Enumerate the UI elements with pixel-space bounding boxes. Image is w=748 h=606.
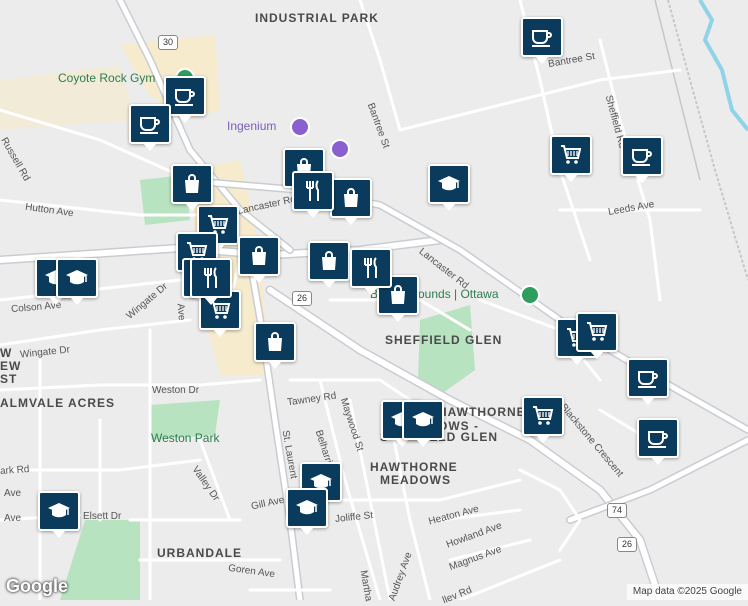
highway-shield-74: 74	[607, 503, 627, 518]
map-marker-school[interactable]	[402, 400, 444, 447]
area-label-urbandale: URBANDALE	[157, 546, 242, 560]
area-label-st: ST	[0, 372, 18, 386]
area-label-meadows: MEADOWS	[380, 473, 451, 487]
map-marker-school[interactable]	[286, 488, 328, 535]
map-marker-shopping-cart[interactable]	[522, 396, 564, 443]
museum-pin-icon[interactable]	[290, 117, 310, 137]
area-label-hawthorne-1: HAWTHORNE	[438, 405, 526, 419]
poi-label-coyote-rock-gym[interactable]: Coyote Rock Gym	[58, 71, 155, 85]
map-marker-shopping-bag[interactable]	[238, 236, 280, 283]
area-label-sheffield-glen: SHEFFIELD GLEN	[385, 333, 503, 347]
area-label-ew: EW	[0, 359, 22, 373]
highway-shield-26-north: 26	[292, 291, 312, 306]
map-marker-shopping-bag[interactable]	[308, 241, 350, 288]
map-marker-shopping-cart[interactable]	[550, 135, 592, 182]
map-marker-school[interactable]	[56, 258, 98, 305]
poi-label-grounds-ottawa[interactable]: rounds | Ottawa	[414, 287, 499, 301]
map-marker-shopping-bag[interactable]	[171, 164, 213, 211]
street-label-ave-2: Ave	[4, 513, 22, 524]
map-marker-restaurant[interactable]	[292, 171, 334, 218]
map-marker-cafe[interactable]	[129, 104, 171, 151]
street-label-ark-rd: ark Rd	[0, 463, 30, 478]
poi-label-ingenium[interactable]: Ingenium	[227, 119, 276, 133]
museum-pin-icon-2[interactable]	[330, 139, 350, 159]
map-marker-school[interactable]	[428, 164, 470, 211]
map-marker-cafe[interactable]	[521, 17, 563, 64]
grounds-pin-icon[interactable]	[520, 285, 540, 305]
street-label-ave-3: Ave	[174, 303, 187, 321]
highway-shield-30: 30	[158, 35, 178, 50]
highway-shield-26-south: 26	[617, 537, 637, 552]
google-logo[interactable]: Google	[6, 576, 68, 597]
area-label-w: W	[0, 346, 13, 360]
map-marker-cafe[interactable]	[627, 358, 669, 405]
area-label-industrial-park: INDUSTRIAL PARK	[255, 11, 379, 25]
map-marker-restaurant[interactable]	[190, 258, 232, 305]
map-marker-cafe[interactable]	[621, 136, 663, 183]
map-marker-restaurant[interactable]	[350, 248, 392, 295]
area-label-hawthorne-2: HAWTHORNE	[370, 460, 458, 474]
map-marker-school[interactable]	[38, 491, 80, 538]
area-label-almvale-acres: ALMVALE ACRES	[0, 396, 115, 410]
street-label-ave-1: Ave	[4, 488, 22, 499]
map-marker-shopping-bag[interactable]	[254, 322, 296, 369]
park-label-weston-park[interactable]: Weston Park	[151, 431, 219, 445]
street-label-weston-dr: Weston Dr	[152, 385, 200, 396]
map-attribution[interactable]: Map data ©2025 Google	[626, 584, 748, 600]
street-label-elsett-dr: Elsett Dr	[83, 511, 122, 522]
map-marker-cafe[interactable]	[637, 418, 679, 465]
map-marker-shopping-cart[interactable]	[576, 312, 618, 359]
map-marker-shopping-bag[interactable]	[330, 178, 372, 225]
